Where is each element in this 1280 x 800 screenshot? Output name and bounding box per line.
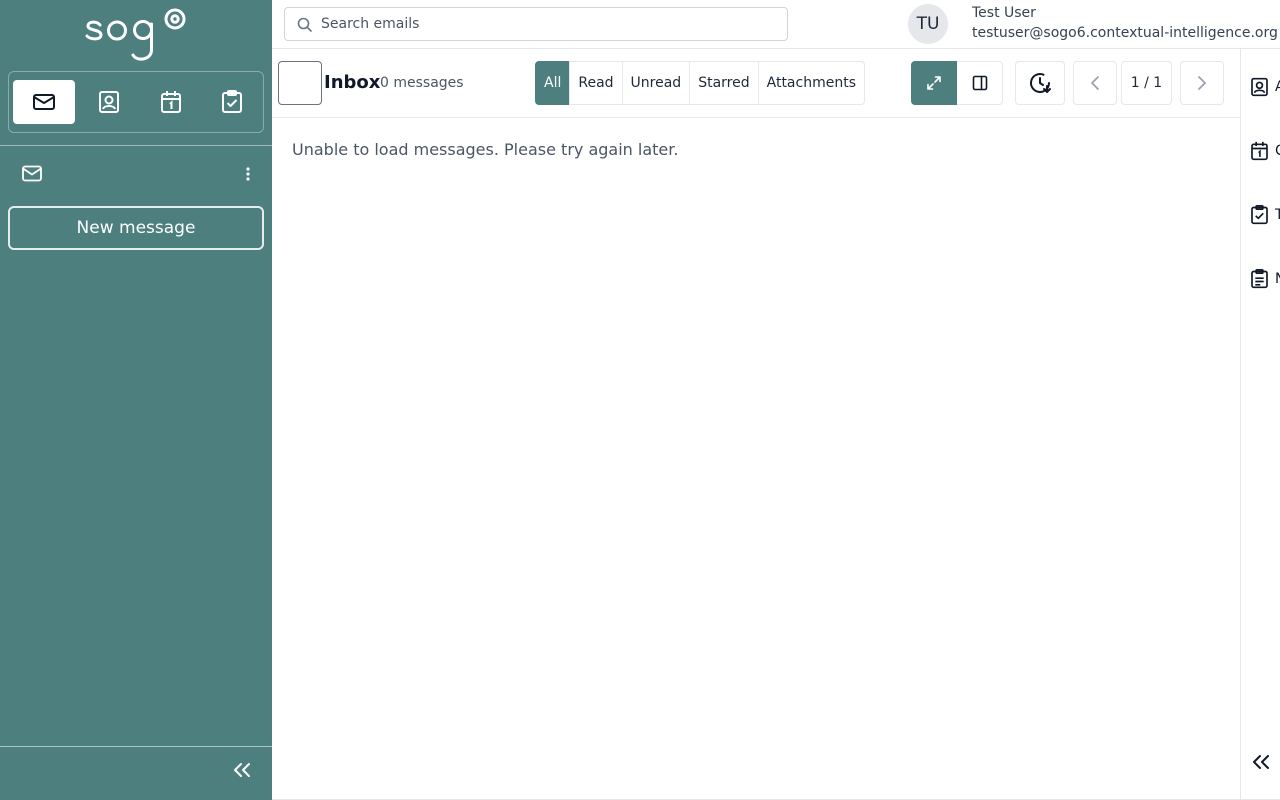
- chevron-left-icon: [1090, 75, 1100, 91]
- rail-item-label: A: [1275, 79, 1280, 95]
- app-contacts-button[interactable]: [78, 80, 140, 124]
- tasks-icon: [1250, 205, 1269, 225]
- rail-item-tasks[interactable]: T: [1250, 203, 1280, 227]
- new-message-button[interactable]: New message: [8, 206, 264, 250]
- contacts-icon: [1250, 77, 1269, 97]
- page-indicator: 1 / 1: [1121, 61, 1172, 105]
- more-vertical-icon[interactable]: [240, 164, 256, 184]
- expand-view-button[interactable]: [911, 61, 957, 105]
- app-calendar-button[interactable]: [140, 80, 202, 124]
- calendar-icon: [160, 90, 182, 114]
- expand-icon: [926, 75, 942, 91]
- right-rail: A C T N: [1240, 49, 1280, 800]
- user-name: Test User: [972, 5, 1036, 21]
- sogo-logo: [84, 6, 188, 64]
- calendar-icon: [1250, 141, 1269, 161]
- filter-starred-button[interactable]: Starred: [689, 61, 759, 105]
- rail-item-notes[interactable]: N: [1250, 267, 1280, 291]
- rail-item-label: T: [1275, 207, 1280, 223]
- contacts-icon: [98, 90, 120, 114]
- rail-item-label: N: [1275, 271, 1280, 287]
- double-chevron-left-icon[interactable]: [230, 759, 254, 781]
- notes-icon: [1250, 269, 1269, 289]
- rail-item-calendar[interactable]: C: [1250, 139, 1280, 163]
- user-email: testuser@sogo6.contextual-intelligence.o…: [972, 25, 1278, 41]
- refresh-button[interactable]: [1015, 61, 1065, 105]
- rail-item-label: C: [1275, 143, 1280, 159]
- folder-title: Inbox: [324, 72, 381, 93]
- header-divider: [272, 48, 1280, 49]
- mail-icon: [32, 90, 56, 114]
- sidebar: New message: [0, 0, 272, 800]
- search-input[interactable]: [321, 8, 781, 40]
- split-view-button[interactable]: [957, 61, 1003, 105]
- filter-all-button[interactable]: All: [535, 61, 571, 105]
- search-bar: [284, 7, 788, 41]
- chevron-right-icon: [1197, 75, 1207, 91]
- filter-unread-button[interactable]: Unread: [621, 61, 691, 105]
- app-switcher: [8, 71, 264, 133]
- select-all-checkbox[interactable]: [278, 61, 322, 105]
- previous-page-button[interactable]: [1073, 61, 1117, 105]
- mail-icon: [22, 165, 42, 182]
- view-mode-group: [911, 61, 1003, 105]
- tasks-icon: [221, 90, 243, 114]
- app-mail-button[interactable]: [13, 80, 75, 124]
- account-row[interactable]: [8, 159, 264, 189]
- toolbar-divider: [272, 117, 1240, 118]
- split-pane-icon: [972, 75, 988, 91]
- sidebar-bottom-divider: [0, 746, 272, 747]
- rail-item-contacts[interactable]: A: [1250, 75, 1280, 99]
- next-page-button[interactable]: [1180, 61, 1224, 105]
- status-message: Unable to load messages. Please try agai…: [292, 140, 679, 159]
- double-chevron-left-icon[interactable]: [1249, 751, 1273, 773]
- filter-read-button[interactable]: Read: [569, 61, 623, 105]
- search-icon: [297, 17, 312, 32]
- refresh-icon: [1028, 71, 1052, 95]
- sidebar-divider: [0, 145, 272, 146]
- filter-attachments-button[interactable]: Attachments: [757, 61, 865, 105]
- filter-group: All Read Unread Starred Attachments: [535, 61, 865, 105]
- message-count: 0 messages: [380, 75, 464, 91]
- avatar[interactable]: TU: [908, 4, 948, 44]
- app-tasks-button[interactable]: [201, 80, 263, 124]
